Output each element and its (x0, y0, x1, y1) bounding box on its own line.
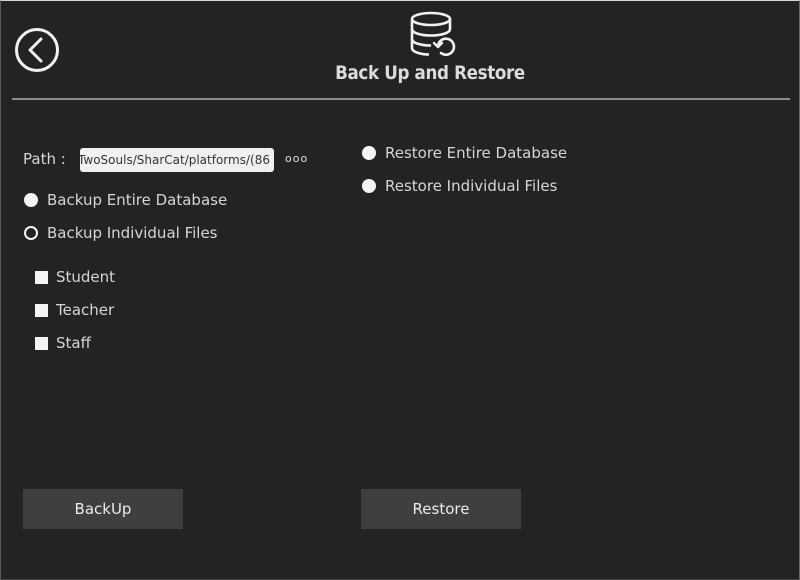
back-button[interactable] (14, 27, 60, 73)
radio-indicator-selected (362, 179, 376, 193)
page-title: Back Up and Restore (335, 62, 525, 84)
database-restore-icon (408, 10, 458, 60)
checkbox-indicator (35, 270, 48, 284)
radio-backup-individual[interactable]: Backup Individual Files (24, 224, 218, 242)
checkbox-indicator (35, 336, 48, 350)
browse-button[interactable]: ooo (285, 152, 308, 165)
radio-label: Restore Individual Files (385, 177, 558, 195)
path-label: Path : (23, 150, 66, 168)
radio-indicator-selected (362, 146, 376, 160)
chevron-left-circle-icon (15, 28, 59, 72)
radio-indicator-unselected (24, 226, 38, 240)
path-value: 86)/TwoSouls/SharCat/platforms (80, 153, 270, 167)
checkbox-label: Staff (56, 334, 91, 352)
path-field[interactable]: 86)/TwoSouls/SharCat/platforms (80, 148, 274, 172)
radio-label: Restore Entire Database (385, 144, 568, 162)
radio-label: Backup Entire Database (47, 191, 228, 209)
radio-indicator-selected (24, 193, 38, 207)
checkbox-label: Student (56, 268, 116, 286)
backup-button[interactable]: BackUp (23, 489, 183, 529)
restore-button[interactable]: Restore (361, 489, 521, 529)
checkbox-indicator (35, 303, 48, 317)
checkbox-label: Teacher (56, 301, 115, 319)
radio-restore-entire[interactable]: Restore Entire Database (362, 144, 567, 162)
radio-label: Backup Individual Files (47, 224, 218, 242)
checkbox-student[interactable]: Student (35, 268, 115, 286)
checkbox-staff[interactable]: Staff (35, 334, 91, 352)
radio-restore-individual[interactable]: Restore Individual Files (362, 177, 557, 195)
header-divider (12, 98, 790, 100)
radio-backup-entire[interactable]: Backup Entire Database (24, 191, 227, 209)
checkbox-teacher[interactable]: Teacher (35, 301, 114, 319)
